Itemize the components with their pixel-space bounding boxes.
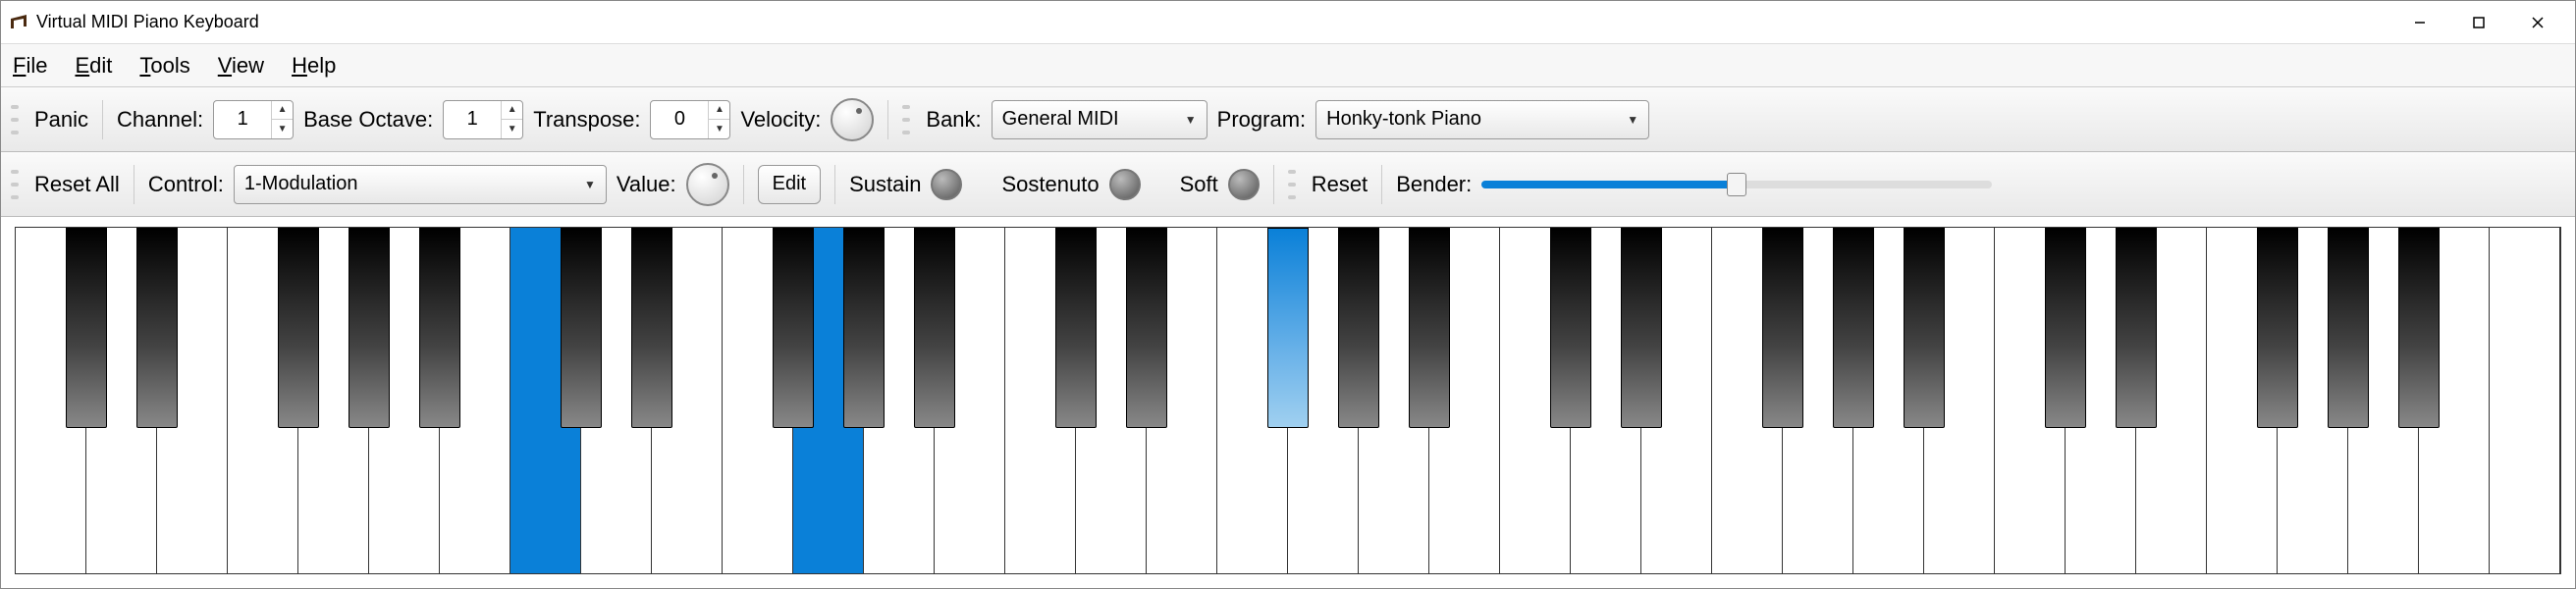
black-key[interactable] [773, 228, 814, 428]
black-key[interactable] [2116, 228, 2157, 428]
toolbar-grip-icon [902, 105, 910, 134]
bank-combo[interactable]: General MIDI ▼ [992, 100, 1208, 139]
maximize-button[interactable] [2449, 1, 2508, 43]
menu-file[interactable]: File [13, 53, 47, 79]
control-combo[interactable]: 1-Modulation ▼ [234, 165, 607, 204]
program-value: Honky-tonk Piano [1326, 108, 1481, 131]
black-key[interactable] [1621, 228, 1662, 428]
base-octave-label: Base Octave: [303, 107, 433, 133]
black-key[interactable] [1126, 228, 1167, 428]
black-key[interactable] [631, 228, 672, 428]
transpose-label: Transpose: [533, 107, 640, 133]
titlebar: Virtual MIDI Piano Keyboard [1, 1, 2575, 44]
menu-edit[interactable]: Edit [75, 53, 112, 79]
sostenuto-indicator[interactable] [1109, 169, 1141, 200]
spin-up-icon[interactable]: ▲ [272, 101, 293, 121]
toolbar-grip-icon [11, 105, 19, 134]
sustain-label: Sustain [849, 172, 921, 197]
white-key[interactable] [2490, 228, 2560, 573]
black-key[interactable] [561, 228, 602, 428]
black-key[interactable] [419, 228, 460, 428]
black-key[interactable] [66, 228, 107, 428]
bank-value: General MIDI [1002, 108, 1119, 131]
window-title: Virtual MIDI Piano Keyboard [36, 12, 2390, 32]
separator [834, 165, 835, 204]
bender-slider[interactable] [1481, 175, 1992, 194]
black-key[interactable] [1904, 228, 1945, 428]
spin-up-icon[interactable]: ▲ [709, 101, 729, 121]
chevron-down-icon: ▼ [584, 178, 596, 191]
velocity-label: Velocity: [740, 107, 821, 133]
separator [743, 165, 744, 204]
black-key[interactable] [2257, 228, 2298, 428]
separator [887, 100, 888, 139]
reset-all-button[interactable]: Reset All [34, 172, 120, 197]
black-key[interactable] [1338, 228, 1379, 428]
black-key[interactable] [278, 228, 319, 428]
channel-spinbox[interactable]: 1 ▲▼ [213, 100, 294, 139]
close-button[interactable] [2508, 1, 2567, 43]
spin-up-icon[interactable]: ▲ [502, 101, 522, 121]
bank-label: Bank: [926, 107, 981, 133]
chevron-down-icon: ▼ [1627, 113, 1638, 127]
separator [1381, 165, 1382, 204]
spin-down-icon[interactable]: ▼ [709, 120, 729, 138]
slider-thumb[interactable] [1727, 173, 1746, 196]
menu-view[interactable]: View [218, 53, 264, 79]
channel-value: 1 [214, 101, 271, 138]
black-key[interactable] [1550, 228, 1591, 428]
reset-button[interactable]: Reset [1312, 172, 1368, 197]
menubar: File Edit Tools View Help [1, 44, 2575, 87]
spin-down-icon[interactable]: ▼ [272, 120, 293, 138]
transpose-spinbox[interactable]: 0 ▲▼ [650, 100, 730, 139]
value-knob[interactable] [686, 163, 729, 206]
separator [102, 100, 103, 139]
bender-label: Bender: [1396, 172, 1472, 197]
black-key[interactable] [136, 228, 178, 428]
piano-keyboard [1, 217, 2575, 588]
base-octave-spinbox[interactable]: 1 ▲▼ [443, 100, 523, 139]
value-label: Value: [617, 172, 676, 197]
black-key[interactable] [2398, 228, 2440, 428]
soft-indicator[interactable] [1228, 169, 1260, 200]
black-key[interactable] [349, 228, 390, 428]
black-key[interactable] [914, 228, 955, 428]
program-label: Program: [1217, 107, 1306, 133]
sostenuto-label: Sostenuto [1001, 172, 1099, 197]
program-combo[interactable]: Honky-tonk Piano ▼ [1315, 100, 1649, 139]
black-key[interactable] [2328, 228, 2369, 428]
black-key[interactable] [1267, 228, 1309, 428]
app-window: Virtual MIDI Piano Keyboard File Edit To… [0, 0, 2576, 589]
black-key[interactable] [1409, 228, 1450, 428]
velocity-knob[interactable] [831, 98, 874, 141]
soft-label: Soft [1180, 172, 1218, 197]
menu-help[interactable]: Help [292, 53, 336, 79]
base-octave-value: 1 [444, 101, 501, 138]
black-key[interactable] [843, 228, 885, 428]
black-key[interactable] [1762, 228, 1803, 428]
black-key[interactable] [2045, 228, 2086, 428]
toolbar-main: Panic Channel: 1 ▲▼ Base Octave: 1 ▲▼ Tr… [1, 87, 2575, 152]
spin-down-icon[interactable]: ▼ [502, 120, 522, 138]
app-piano-icon [9, 13, 28, 32]
edit-button[interactable]: Edit [758, 165, 821, 204]
sustain-indicator[interactable] [931, 169, 962, 200]
menu-tools[interactable]: Tools [139, 53, 189, 79]
channel-label: Channel: [117, 107, 203, 133]
black-key[interactable] [1833, 228, 1874, 428]
toolbar-controllers: Reset All Control: 1-Modulation ▼ Value:… [1, 152, 2575, 217]
minimize-button[interactable] [2390, 1, 2449, 43]
panic-button[interactable]: Panic [34, 107, 88, 133]
control-value: 1-Modulation [244, 173, 358, 195]
toolbar-grip-icon [1288, 170, 1296, 199]
control-label: Control: [148, 172, 224, 197]
transpose-value: 0 [651, 101, 708, 138]
black-key[interactable] [1055, 228, 1097, 428]
chevron-down-icon: ▼ [1185, 113, 1197, 127]
separator [1273, 165, 1274, 204]
toolbar-grip-icon [11, 170, 19, 199]
